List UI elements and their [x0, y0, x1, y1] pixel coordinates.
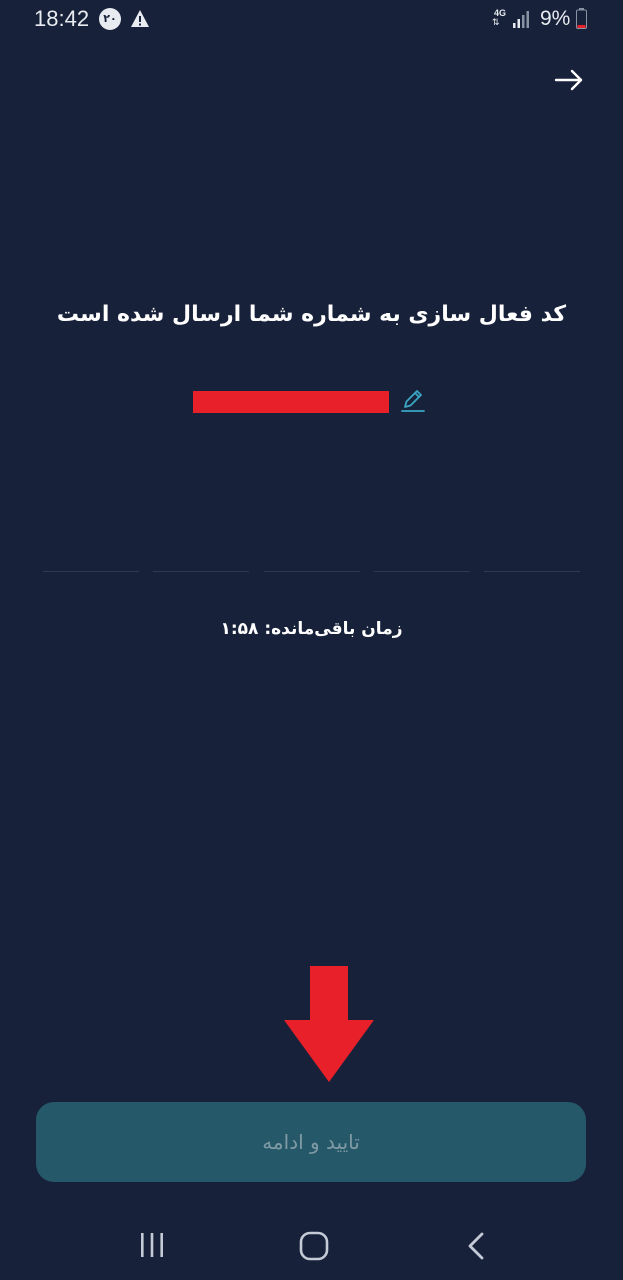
otp-digit-input[interactable] [43, 571, 139, 572]
annotation-arrow-icon [284, 966, 374, 1082]
otp-digit-input[interactable] [373, 571, 470, 572]
system-nav-bar [0, 1210, 623, 1280]
otp-verification-screen: 18:42 ۲۰ 4G ⇅ 9% کد فعال سازی به شماره ش… [0, 0, 623, 1280]
otp-digit-input[interactable] [263, 571, 360, 572]
notification-badge: ۲۰ [99, 8, 121, 30]
otp-digit-input[interactable] [153, 571, 250, 572]
confirm-continue-button[interactable]: تایید و ادامه [36, 1102, 586, 1182]
signal-icon [513, 11, 529, 28]
status-bar: 18:42 ۲۰ 4G ⇅ 9% [0, 0, 623, 40]
warning-icon [131, 10, 149, 27]
network-activity-icon: ⇅ [492, 18, 500, 28]
network-type: 4G [493, 8, 506, 18]
countdown-timer: زمان باقی‌مانده: ۱:۵۸ [220, 619, 403, 639]
otp-digit-input[interactable] [484, 571, 580, 572]
battery-icon [576, 8, 587, 29]
chevron-left-icon[interactable] [464, 1231, 488, 1261]
phone-number-row [192, 388, 432, 418]
page-title: کد فعال سازی به شماره شما ارسال شده است [56, 302, 567, 327]
status-time: 18:42 [34, 6, 90, 31]
back-arrow-icon[interactable] [553, 64, 585, 96]
otp-input-group [43, 571, 580, 573]
recents-icon[interactable] [138, 1232, 166, 1258]
phone-number-redacted [193, 391, 389, 413]
pencil-icon[interactable] [400, 388, 426, 414]
home-icon[interactable] [299, 1231, 329, 1261]
battery-percent: 9% [540, 7, 571, 30]
